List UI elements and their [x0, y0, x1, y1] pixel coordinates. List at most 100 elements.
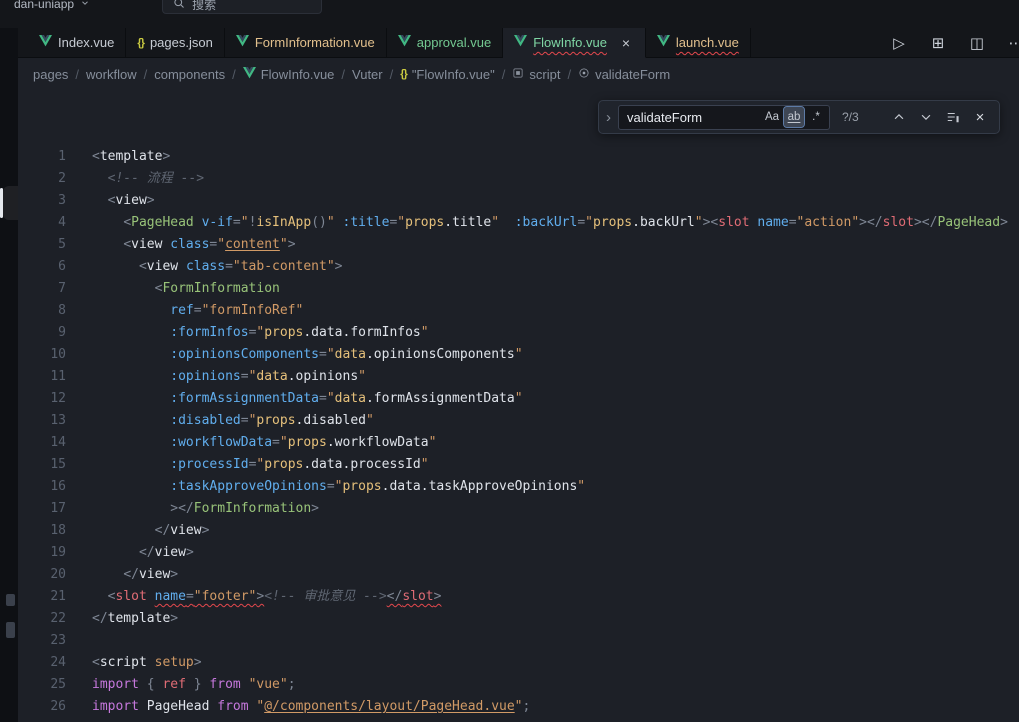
breadcrumb-item-script[interactable]: script: [512, 67, 560, 82]
activity-bar-item[interactable]: [3, 186, 18, 220]
match-case-button[interactable]: Aa: [762, 107, 782, 127]
breadcrumb-separator: /: [144, 67, 148, 82]
code-text: :opinionsComponents="data.opinionsCompon…: [92, 344, 523, 366]
code-line[interactable]: 24<script setup>: [18, 652, 1019, 674]
code-line[interactable]: 9 :formInfos="props.data.formInfos": [18, 322, 1019, 344]
tab-label: pages.json: [150, 35, 213, 50]
close-tab-icon[interactable]: ×: [618, 35, 634, 51]
breadcrumb-item-validateForm[interactable]: validateForm: [578, 67, 670, 82]
code-text: :taskApproveOpinions="props.data.taskApp…: [92, 476, 585, 498]
tab-FormInformation.vue[interactable]: FormInformation.vue: [225, 28, 387, 57]
breadcrumb-label: pages: [33, 67, 68, 82]
code-line[interactable]: 23: [18, 630, 1019, 652]
breadcrumb-label: script: [529, 67, 560, 82]
line-number: 16: [18, 476, 66, 498]
code-line[interactable]: 7 <FormInformation: [18, 278, 1019, 300]
breadcrumb-label: workflow: [86, 67, 137, 82]
code-line[interactable]: 5 <view class="content">: [18, 234, 1019, 256]
breadcrumb-separator: /: [567, 67, 571, 82]
code-line[interactable]: 16 :taskApproveOpinions="props.data.task…: [18, 476, 1019, 498]
whole-word-button[interactable]: ab: [784, 107, 804, 127]
line-number: 21: [18, 586, 66, 608]
code-text: :processId="props.data.processId": [92, 454, 429, 476]
project-menu[interactable]: dan-uniapp: [6, 0, 98, 11]
code-line[interactable]: 19 </view>: [18, 542, 1019, 564]
breadcrumb-separator: /: [75, 67, 79, 82]
line-number: 25: [18, 674, 66, 696]
breadcrumb-separator: /: [390, 67, 394, 82]
editor-pane[interactable]: › validateForm Aa ab .* ?/3 ×: [18, 90, 1019, 722]
tab-Index.vue[interactable]: Index.vue: [28, 28, 126, 57]
code-line[interactable]: 20 </view>: [18, 564, 1019, 586]
code-line[interactable]: 11 :opinions="data.opinions": [18, 366, 1019, 388]
find-in-selection-button[interactable]: [942, 106, 964, 128]
code-line[interactable]: 17 ></FormInformation>: [18, 498, 1019, 520]
next-match-button[interactable]: [915, 106, 937, 128]
breadcrumb-item-workflow[interactable]: workflow: [86, 67, 137, 82]
code-line[interactable]: 8 ref="formInfoRef": [18, 300, 1019, 322]
titlebar: dan-uniapp 搜索: [0, 0, 1019, 28]
chevron-down-icon: [80, 0, 90, 11]
code-line[interactable]: 15 :processId="props.data.processId": [18, 454, 1019, 476]
activity-bar-item[interactable]: [6, 594, 15, 606]
code-text: import { ref } from "vue";: [92, 674, 296, 696]
breadcrumb-item-FlowInfo.vue[interactable]: {}"FlowInfo.vue": [400, 67, 495, 82]
code-text: <template>: [92, 146, 170, 168]
symbol-method-icon: [578, 67, 590, 82]
regex-button[interactable]: .*: [806, 107, 826, 127]
project-name: dan-uniapp: [14, 0, 74, 11]
vscode-window: dan-uniapp 搜索 Index.vue {} pages.json FormI…: [0, 0, 1019, 722]
split-editor-icon[interactable]: ◫: [967, 32, 987, 54]
line-number: 26: [18, 696, 66, 718]
code-text: <PageHead v-if="!isInApp()" :title="prop…: [92, 212, 1008, 234]
code-line[interactable]: 1<template>: [18, 146, 1019, 168]
breadcrumb-item-Vuter[interactable]: Vuter: [352, 67, 383, 82]
code-line[interactable]: 22</template>: [18, 608, 1019, 630]
line-number: 22: [18, 608, 66, 630]
more-actions-icon[interactable]: ⋯: [1006, 32, 1019, 54]
previous-match-button[interactable]: [888, 106, 910, 128]
code-line[interactable]: 26import PageHead from "@/components/lay…: [18, 696, 1019, 718]
tab-pages.json[interactable]: {} pages.json: [126, 28, 224, 57]
active-view-indicator: [0, 188, 3, 218]
run-file-icon[interactable]: ▷: [889, 32, 909, 54]
code-line[interactable]: 14 :workflowData="props.workflowData": [18, 432, 1019, 454]
line-number: 3: [18, 190, 66, 212]
code-line[interactable]: 10 :opinionsComponents="data.opinionsCom…: [18, 344, 1019, 366]
close-find-icon[interactable]: ×: [969, 106, 991, 128]
code-text: <script setup>: [92, 652, 202, 674]
tab-label: FormInformation.vue: [255, 35, 375, 50]
breadcrumb-item-components[interactable]: components: [154, 67, 225, 82]
search-label: 搜索: [192, 0, 216, 13]
find-input[interactable]: validateForm Aa ab .*: [618, 105, 830, 130]
vue-icon: [657, 35, 670, 50]
code-line[interactable]: 13 :disabled="props.disabled": [18, 410, 1019, 432]
breadcrumb-item-FlowInfo.vue[interactable]: FlowInfo.vue: [243, 67, 335, 82]
tab-launch.vue[interactable]: launch.vue: [646, 28, 751, 57]
tab-approval.vue[interactable]: approval.vue: [387, 28, 503, 57]
global-search-box[interactable]: 搜索: [162, 0, 322, 14]
code-line[interactable]: 3 <view>: [18, 190, 1019, 212]
code-line[interactable]: 6 <view class="tab-content">: [18, 256, 1019, 278]
toggle-replace-icon[interactable]: ›: [601, 109, 616, 126]
code-line[interactable]: 2 <!-- 流程 -->: [18, 168, 1019, 190]
vue-icon: [514, 35, 527, 50]
code-line[interactable]: 18 </view>: [18, 520, 1019, 542]
breadcrumb-separator: /: [232, 67, 236, 82]
run-or-debug-icon[interactable]: ⊞: [928, 32, 948, 54]
breadcrumb-item-pages[interactable]: pages: [33, 67, 68, 82]
activity-bar-item[interactable]: [6, 622, 15, 638]
line-number: 18: [18, 520, 66, 542]
line-number: 14: [18, 432, 66, 454]
code-line[interactable]: 4 <PageHead v-if="!isInApp()" :title="pr…: [18, 212, 1019, 234]
code-text: </view>: [92, 564, 178, 586]
editor-actions: ▷ ⊞ ◫ ⋯: [879, 28, 1019, 57]
json-braces-icon: {}: [137, 37, 144, 49]
tab-FlowInfo.vue[interactable]: FlowInfo.vue×: [503, 28, 646, 58]
find-widget: › validateForm Aa ab .* ?/3 ×: [598, 100, 1000, 134]
code-line[interactable]: 25 import { ref } from "vue";: [18, 674, 1019, 696]
code-line[interactable]: 12 :formAssignmentData="data.formAssignm…: [18, 388, 1019, 410]
code-text: <FormInformation: [92, 278, 280, 300]
tab-strip: Index.vue {} pages.json FormInformation.vue…: [18, 28, 751, 57]
code-line[interactable]: 21 <slot name="footer"><!-- 审批意见 --></sl…: [18, 586, 1019, 608]
